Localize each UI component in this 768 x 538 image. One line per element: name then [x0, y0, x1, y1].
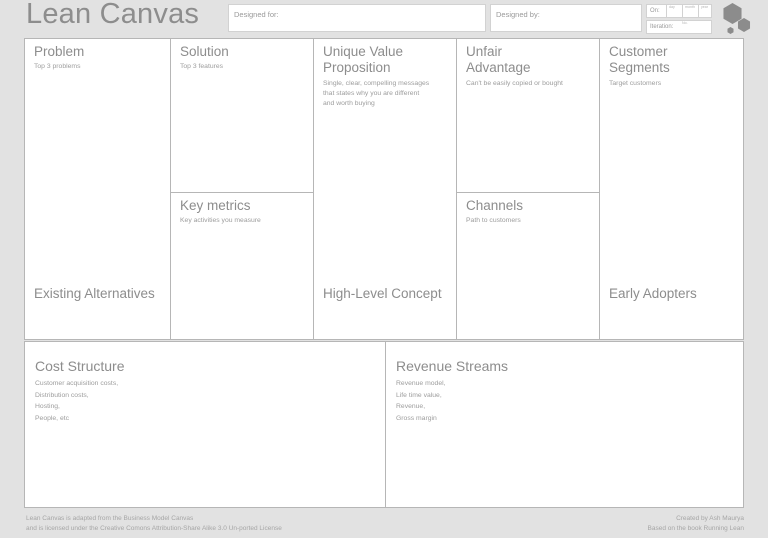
- grid-divider: [599, 39, 600, 339]
- problem-subtitle: Top 3 problems: [34, 63, 81, 70]
- key-metrics-subtitle: Key activities you measure: [180, 217, 261, 224]
- revenue-streams-items: Revenue model, Life time value, Revenue,…: [396, 380, 446, 422]
- high-level-concept-label: High-Level Concept: [323, 286, 442, 301]
- problem-title: Problem: [34, 44, 85, 59]
- year-field[interactable]: year: [698, 4, 712, 18]
- month-field[interactable]: month: [682, 4, 698, 18]
- canvas-block-channels[interactable]: Channels Path to customers: [457, 193, 599, 339]
- on-label: On:: [650, 8, 660, 14]
- customer-segments-title: Customer Segments: [609, 44, 670, 75]
- page-title: Lean Canvas: [26, 0, 200, 30]
- canvas-block-cost-structure[interactable]: Cost Structure Customer acquisition cost…: [25, 342, 385, 507]
- uvp-title: Unique Value Proposition: [323, 44, 404, 75]
- grid-divider: [313, 39, 314, 339]
- grid-divider: [457, 192, 599, 193]
- lean-canvas-bottom-row: Cost Structure Customer acquisition cost…: [24, 341, 744, 508]
- day-label: day: [669, 5, 675, 9]
- channels-title: Channels: [466, 198, 524, 213]
- canvas-block-key-metrics[interactable]: Key metrics Key activities you measure: [171, 193, 313, 339]
- iteration-label: Iteration:: [650, 24, 674, 30]
- license-attribution: Lean Canvas is adapted from the Business…: [26, 515, 282, 532]
- canvas-block-problem[interactable]: Problem Top 3 problems Existing Alternat…: [25, 39, 170, 339]
- uvp-subtitle: Single, clear, compelling messages that …: [323, 80, 430, 107]
- designed-for-label: Designed for:: [234, 10, 279, 19]
- canvas-block-revenue-streams[interactable]: Revenue Streams Revenue model, Life time…: [386, 342, 743, 507]
- canvas-block-solution[interactable]: Solution Top 3 features: [171, 39, 313, 192]
- unfair-advantage-title: Unfair Advantage: [466, 44, 531, 75]
- revenue-streams-title: Revenue Streams: [396, 358, 509, 374]
- designed-by-label: Designed by:: [496, 10, 540, 19]
- solution-subtitle: Top 3 features: [180, 63, 224, 70]
- unfair-advantage-subtitle: Can't be easily copied or bought: [466, 80, 563, 87]
- iteration-number-label: No.: [682, 21, 688, 25]
- canvas-block-unfair-advantage[interactable]: Unfair Advantage Can't be easily copied …: [457, 39, 599, 192]
- early-adopters-label: Early Adopters: [609, 286, 697, 301]
- channels-subtitle: Path to customers: [466, 217, 521, 224]
- cost-structure-title: Cost Structure: [35, 358, 125, 374]
- month-label: month: [685, 5, 695, 9]
- cost-structure-items: Customer acquisition costs, Distribution…: [35, 380, 119, 422]
- year-label: year: [701, 5, 708, 9]
- canvas-block-unique-value-proposition[interactable]: Unique Value Proposition Single, clear, …: [314, 39, 456, 339]
- existing-alternatives-label: Existing Alternatives: [34, 286, 155, 301]
- hexagon-small-icon: [727, 27, 734, 34]
- logo: [716, 2, 764, 36]
- grid-divider: [171, 192, 313, 193]
- solution-title: Solution: [180, 44, 229, 59]
- grid-divider: [456, 39, 457, 339]
- key-metrics-title: Key metrics: [180, 198, 251, 213]
- author-credit: Created by Ash Maurya Based on the book …: [647, 515, 745, 532]
- lean-canvas-grid: Problem Top 3 problems Existing Alternat…: [24, 38, 744, 340]
- header: Lean Canvas Designed for: Designed by: O…: [0, 0, 768, 38]
- canvas-block-customer-segments[interactable]: Customer Segments Target customers Early…: [600, 39, 743, 339]
- customer-segments-subtitle: Target customers: [609, 80, 662, 87]
- grid-divider: [385, 342, 386, 507]
- day-field[interactable]: day: [666, 4, 682, 18]
- grid-divider: [170, 39, 171, 339]
